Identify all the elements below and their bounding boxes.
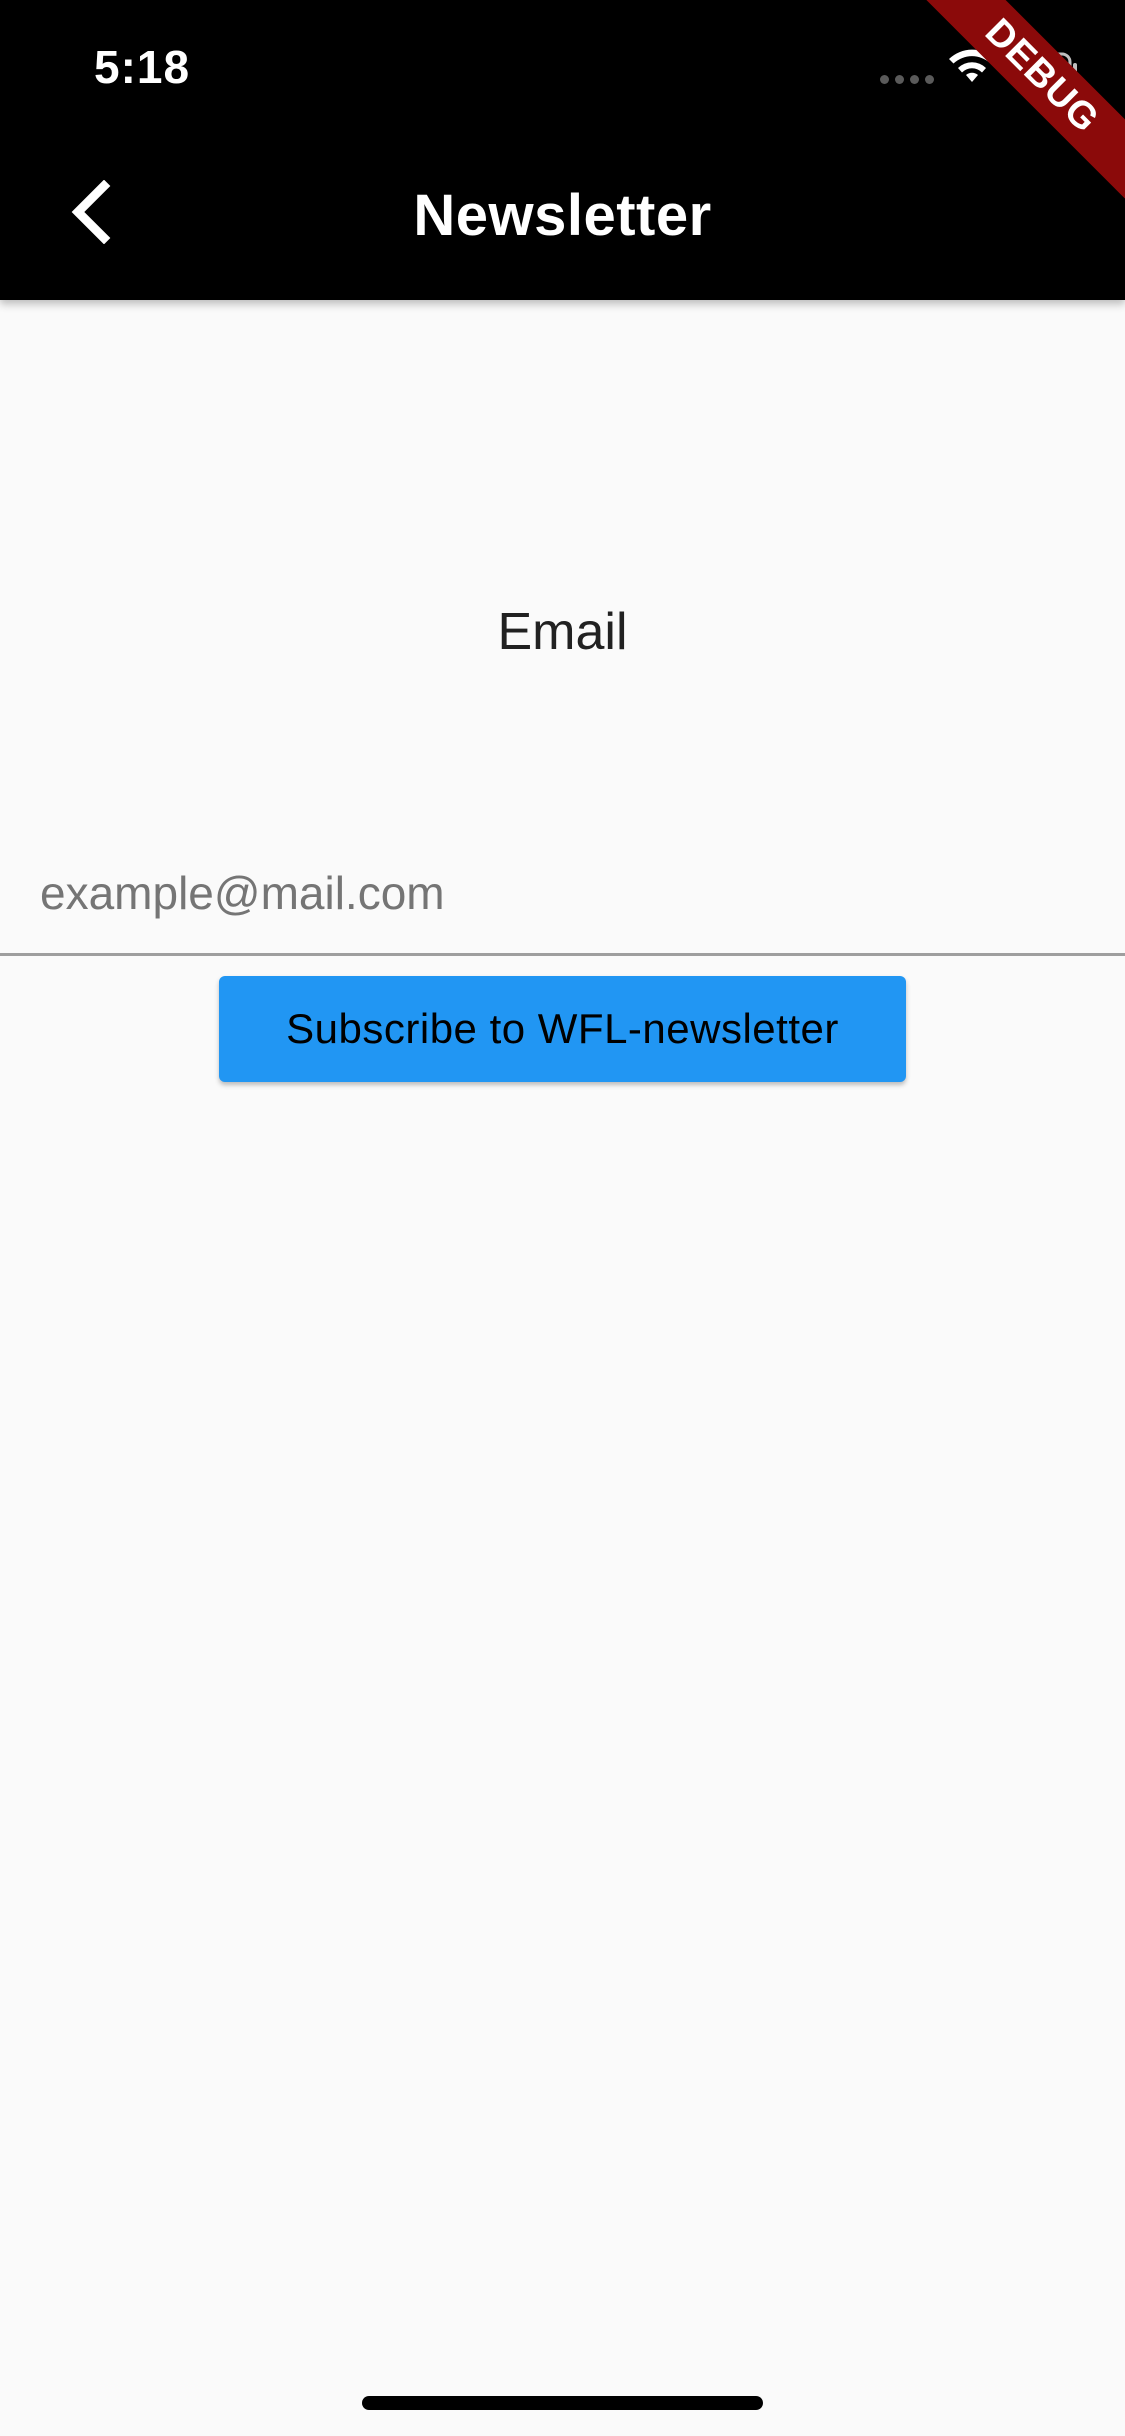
- status-bar: 5:18: [0, 0, 1125, 132]
- home-indicator: [362, 2396, 763, 2410]
- signal-icon: [880, 75, 934, 84]
- battery-icon: [1010, 52, 1077, 86]
- app-bar: Newsletter: [0, 132, 1125, 300]
- email-label: Email: [497, 603, 628, 661]
- subscribe-button[interactable]: Subscribe to WFL-newsletter: [219, 976, 906, 1082]
- email-input[interactable]: [40, 858, 1080, 928]
- wifi-icon: [949, 49, 995, 82]
- email-field: [0, 830, 1125, 956]
- status-time: 5:18: [94, 41, 191, 93]
- page-title: Newsletter: [413, 183, 712, 248]
